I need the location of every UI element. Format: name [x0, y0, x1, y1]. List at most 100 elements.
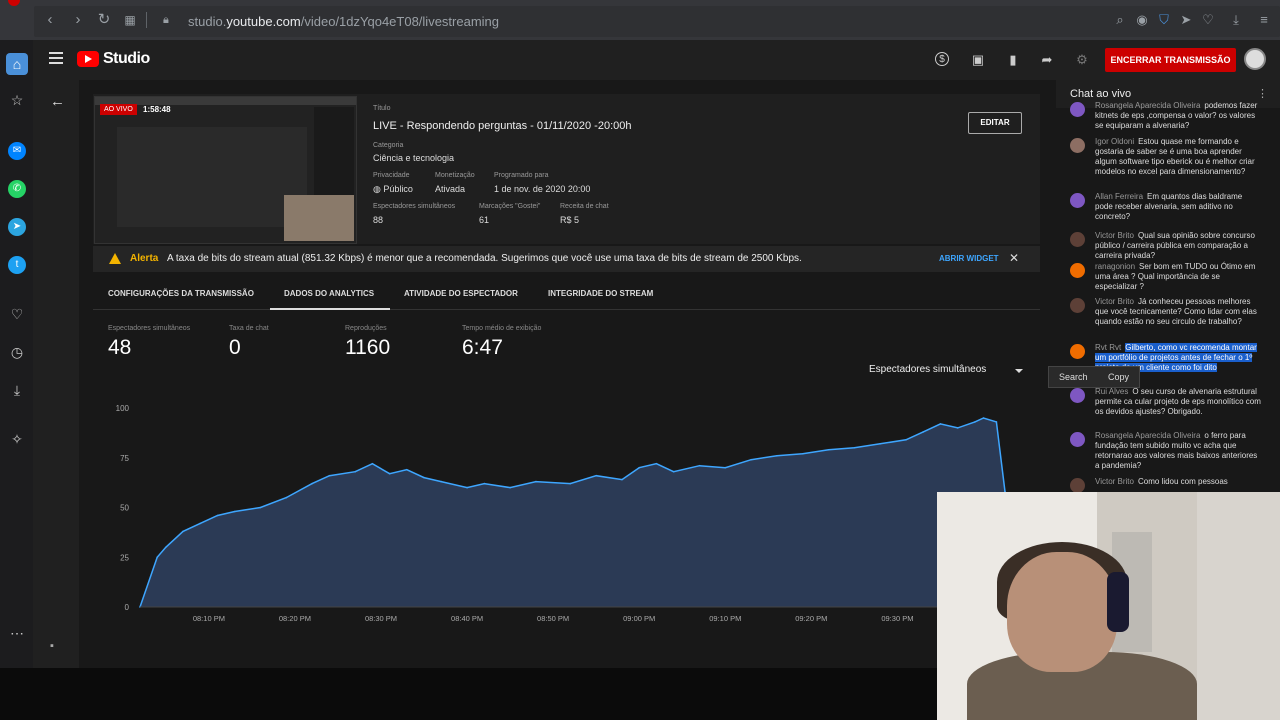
hamburger-menu-icon[interactable]	[49, 52, 63, 67]
back-icon[interactable]: ‹	[42, 12, 58, 28]
x-tick-label: 08:30 PM	[365, 614, 397, 623]
tabs-grid-icon[interactable]: ▦	[122, 12, 138, 28]
data-point	[216, 514, 219, 517]
chat-author[interactable]: Rvt Rvt	[1095, 343, 1121, 352]
chat-avatar[interactable]	[1070, 193, 1085, 208]
chat-message-text: ranagonion Ser bom em TUDO ou Ótimo em um…	[1095, 262, 1261, 292]
x-tick-label: 08:10 PM	[193, 614, 225, 623]
end-stream-button[interactable]: ENCERRAR TRANSMISSÃO	[1105, 48, 1236, 72]
studio-logo-text[interactable]: Studio	[103, 50, 150, 68]
data-point	[328, 474, 331, 477]
chat-message-text: Victor Brito Como lidou com pessoas	[1095, 477, 1261, 487]
shield-icon[interactable]: ⛉	[1156, 13, 1172, 27]
settings-icon[interactable]: ⚙	[1074, 52, 1090, 68]
url-text[interactable]: studio.youtube.com/video/1dzYqo4eT08/liv…	[188, 14, 499, 29]
heart-icon[interactable]: ♡	[8, 305, 26, 323]
chat-message-text: Rosangela Aparecida Oliveira o ferro para…	[1095, 431, 1261, 471]
chat-author[interactable]: Rui Alves	[1095, 387, 1128, 396]
data-point	[354, 470, 357, 473]
back-arrow-icon[interactable]: ←	[50, 93, 65, 110]
chat-author[interactable]: Allan Ferreira	[1095, 192, 1143, 201]
reload-icon[interactable]: ↻	[96, 12, 112, 28]
telegram-icon[interactable]: ➤	[8, 218, 26, 236]
data-point	[199, 522, 201, 525]
chat-author[interactable]: ranagonion	[1095, 262, 1135, 271]
studio-header: Studio $ ▣ ▮ ➦ ⚙ ENCERRAR TRANSMISSÃO	[33, 40, 1280, 80]
chat-author[interactable]: Igor Oldoni	[1095, 137, 1134, 146]
bookmark-icon[interactable]: ▮	[1005, 52, 1021, 68]
opera-logo-icon[interactable]	[8, 0, 20, 6]
series-area	[140, 418, 1005, 607]
twitter-icon[interactable]: t	[8, 256, 26, 274]
data-point	[827, 449, 830, 451]
download-icon[interactable]: ⤓	[8, 381, 26, 399]
data-point	[638, 466, 640, 469]
data-point	[982, 417, 985, 419]
y-tick-label: 25	[120, 553, 129, 562]
data-point	[939, 423, 942, 425]
y-tick-label: 75	[120, 454, 129, 463]
context-copy[interactable]: Copy	[1108, 372, 1129, 382]
data-point	[655, 462, 658, 465]
x-tick-label: 09:00 PM	[623, 614, 655, 623]
account-avatar[interactable]	[1244, 48, 1266, 70]
data-point	[905, 439, 907, 441]
data-point	[853, 447, 856, 449]
more-icon[interactable]: ⋯	[8, 624, 26, 642]
data-point	[974, 421, 976, 423]
main-content: AO VIVO 1:58:48 Título LIVE - Respondend…	[79, 80, 1056, 668]
dollar-icon[interactable]: $	[935, 52, 949, 66]
data-point	[406, 468, 408, 471]
share-icon[interactable]: ➦	[1039, 52, 1055, 68]
data-point	[595, 474, 597, 477]
chat-author[interactable]: Victor Brito	[1095, 231, 1134, 240]
chat-avatar[interactable]	[1070, 478, 1085, 492]
chat-avatar[interactable]	[1070, 344, 1085, 359]
clapper-icon[interactable]: ▣	[970, 52, 986, 68]
chat-avatar[interactable]	[1070, 232, 1085, 247]
chat-title: Chat ao vivo	[1070, 88, 1132, 100]
data-point	[259, 506, 262, 509]
chat-author[interactable]: Rosangela Aparecida Oliveira	[1095, 431, 1200, 440]
data-point	[423, 476, 425, 479]
feedback-icon[interactable]: ▪	[50, 640, 54, 652]
data-point	[156, 556, 158, 559]
chat-author[interactable]: Victor Brito	[1095, 477, 1134, 486]
forward-icon[interactable]: ›	[70, 12, 86, 28]
studio-rail: ← ▪	[33, 80, 79, 668]
messenger-icon[interactable]: ✉	[8, 142, 26, 160]
data-point	[569, 482, 572, 485]
download-icon[interactable]: ⤓	[1228, 13, 1244, 27]
home-icon[interactable]: ⌂	[6, 53, 28, 75]
chat-avatar[interactable]	[1070, 102, 1085, 117]
search-icon[interactable]: ⌕	[1112, 13, 1128, 27]
data-point	[483, 482, 486, 485]
data-point	[956, 427, 959, 429]
menu-icon[interactable]: ≡	[1256, 13, 1272, 27]
chat-message-text: Igor Oldoni Estou quase me formando e gos…	[1095, 137, 1261, 177]
x-tick-label: 09:30 PM	[881, 614, 913, 623]
chat-author[interactable]: Rosangela Aparecida Oliveira	[1095, 101, 1200, 110]
youtube-logo-icon[interactable]	[77, 51, 99, 67]
chat-message-text: Rosangela Aparecida Oliveira podemos faze…	[1095, 101, 1261, 131]
chat-avatar[interactable]	[1070, 263, 1085, 278]
chat-body: Como lidou com pessoas	[1137, 477, 1228, 486]
camera-icon[interactable]: ◉	[1134, 13, 1150, 27]
more-vert-icon[interactable]: ⋮	[1257, 87, 1268, 100]
chat-avatar[interactable]	[1070, 388, 1085, 403]
whatsapp-icon[interactable]: ✆	[8, 180, 26, 198]
x-tick-label: 09:10 PM	[709, 614, 741, 623]
chat-author[interactable]: Victor Brito	[1095, 297, 1134, 306]
chat-avatar[interactable]	[1070, 138, 1085, 153]
data-point	[233, 510, 236, 513]
data-point	[182, 530, 184, 533]
send-icon[interactable]: ➤	[1178, 13, 1194, 27]
lightbulb-icon[interactable]: ✧	[8, 430, 26, 448]
heart-icon[interactable]: ♡	[1200, 13, 1216, 27]
chat-avatar[interactable]	[1070, 432, 1085, 447]
webcam-overlay	[937, 492, 1280, 720]
star-icon[interactable]: ☆	[8, 91, 26, 109]
history-icon[interactable]: ◷	[8, 343, 26, 361]
chat-avatar[interactable]	[1070, 298, 1085, 313]
context-search[interactable]: Search	[1059, 372, 1088, 382]
